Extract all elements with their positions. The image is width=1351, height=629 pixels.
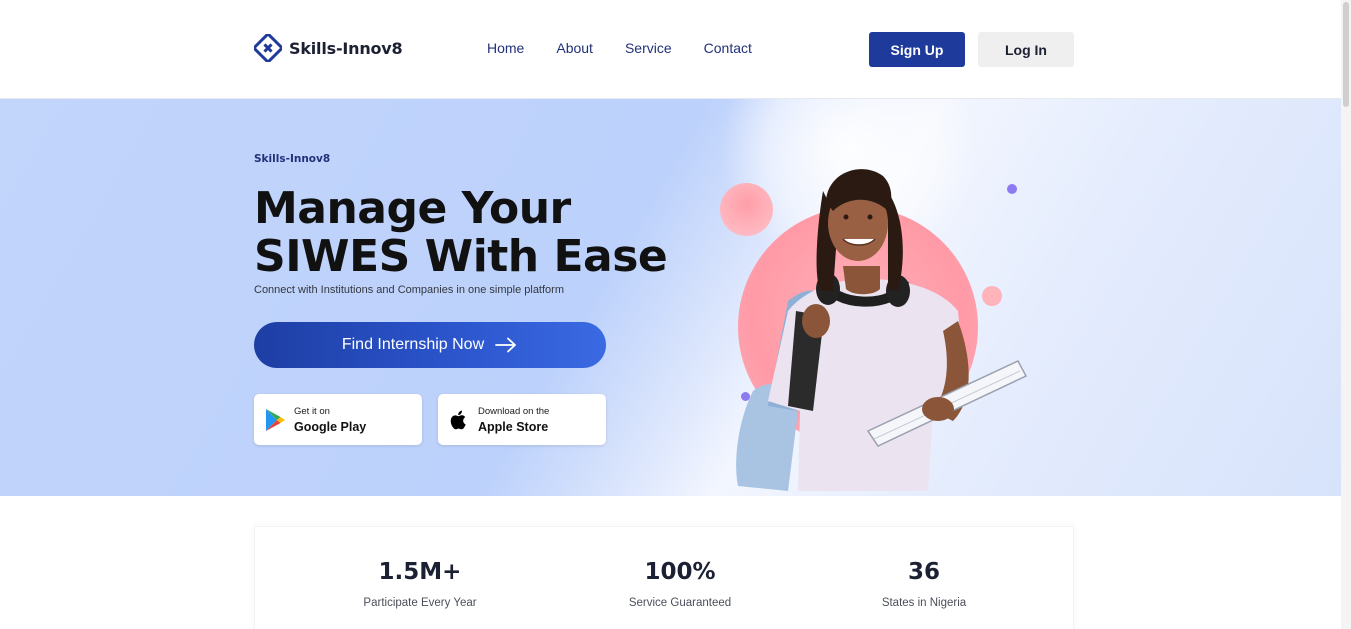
stat-label: Service Guaranteed (628, 597, 732, 609)
stat-label: Participate Every Year (363, 597, 477, 609)
hero-subheadline: Connect with Institutions and Companies … (254, 284, 564, 296)
google-play-label: Google Play (294, 419, 367, 434)
decorative-dot (741, 392, 750, 401)
apple-store-small-text: Download on the (478, 405, 550, 417)
cta-label: Find Internship Now (341, 336, 485, 353)
signup-button[interactable]: Sign Up (869, 32, 965, 67)
nav-about-link[interactable]: About (556, 40, 593, 56)
find-internship-button[interactable]: Find Internship Now (254, 322, 606, 368)
main-nav: Home About Service Contact (487, 40, 752, 56)
google-play-text: Get it on Google Play (294, 406, 366, 434)
brand-name: Skills-Innov8 (289, 38, 403, 58)
hero-headline: Manage Your SIWES With Ease (254, 185, 714, 281)
stats-card: 1.5M+ Participate Every Year 100% Servic… (254, 526, 1074, 629)
stat-service: 100% Service Guaranteed (580, 559, 780, 609)
student-illustration (736, 169, 1028, 491)
stat-states: 36 States in Nigeria (824, 559, 1024, 609)
arrow-right-icon (495, 337, 517, 353)
google-play-button[interactable]: Get it on Google Play (254, 394, 422, 445)
apple-store-text: Download on the Apple Store (478, 406, 549, 434)
stat-value: 100% (644, 559, 716, 585)
hero-section: Skills-Innov8 Manage Your SIWES With Eas… (0, 99, 1341, 496)
site-header: Skills-Innov8 Home About Service Contact… (0, 0, 1341, 99)
apple-store-label: Apple Store (478, 419, 549, 434)
hero-headline-line2: SIWES With Ease (254, 231, 668, 282)
apple-store-button[interactable]: Download on the Apple Store (438, 394, 606, 445)
login-button[interactable]: Log In (978, 32, 1074, 67)
nav-home-link[interactable]: Home (487, 40, 524, 56)
nav-service-link[interactable]: Service (625, 40, 672, 56)
google-play-small-text: Get it on (294, 405, 330, 417)
google-play-icon (266, 408, 285, 431)
nav-contact-link[interactable]: Contact (704, 40, 752, 56)
hero-headline-line1: Manage Your (254, 183, 571, 234)
brand-logo[interactable]: Skills-Innov8 (254, 34, 403, 62)
stat-value: 36 (907, 559, 940, 585)
scrollbar-thumb[interactable] (1343, 2, 1349, 107)
hero-eyebrow: Skills-Innov8 (254, 153, 331, 165)
page: Skills-Innov8 Home About Service Contact… (0, 0, 1351, 629)
stat-value: 1.5M+ (378, 559, 462, 585)
stat-label: States in Nigeria (881, 597, 967, 609)
logo-icon (254, 34, 282, 62)
stat-participants: 1.5M+ Participate Every Year (320, 559, 520, 609)
apple-icon (450, 410, 466, 429)
page-scrollbar[interactable] (1341, 0, 1351, 629)
